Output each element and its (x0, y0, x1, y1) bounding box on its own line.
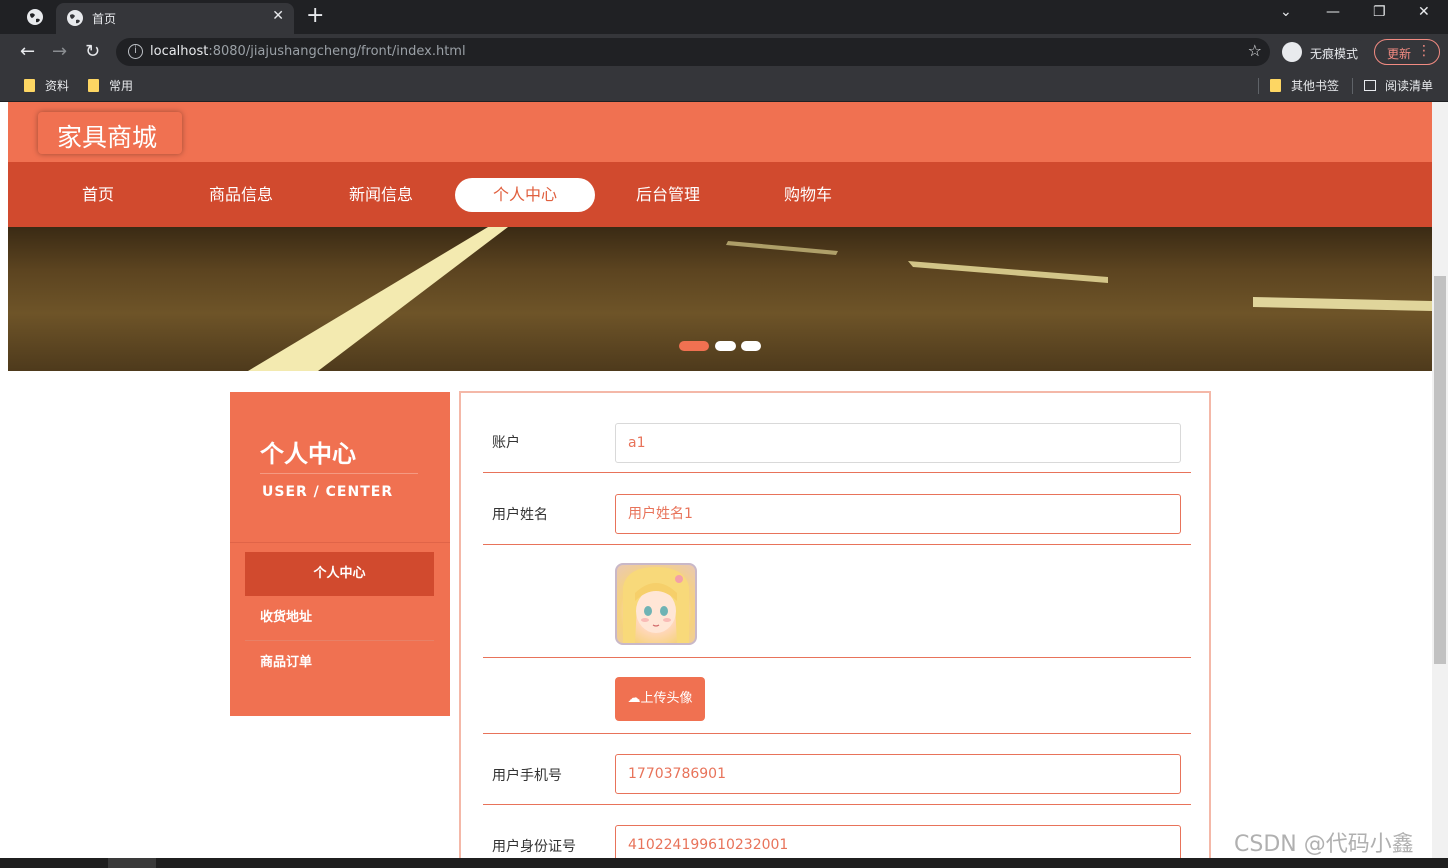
avatar-image (623, 567, 689, 643)
star-icon[interactable]: ☆ (1248, 41, 1262, 60)
nav-item-home[interactable]: 首页 (28, 178, 168, 212)
sidebar-title: 个人中心 (260, 440, 356, 468)
page-viewport: 家具商城 首页 商品信息 新闻信息 个人中心 后台管理 购物车 个人中心 USE… (8, 102, 1432, 858)
sidebar-subtitle: USER / CENTER (262, 484, 394, 500)
window-close-icon[interactable]: ✕ (1418, 4, 1430, 20)
divider (230, 542, 450, 543)
nav-item-admin[interactable]: 后台管理 (598, 178, 738, 212)
banner-carousel (8, 227, 1432, 371)
chevron-down-icon[interactable]: ⌄ (1280, 4, 1292, 20)
info-icon[interactable]: i (128, 44, 143, 59)
bookmark-folder[interactable]: 其他书签 (1270, 77, 1339, 94)
browser-tab-bar: 首页 ✕ + ⌄ — ❐ ✕ (0, 0, 1448, 34)
sidebar-item-personal-center[interactable]: 个人中心 (245, 552, 434, 596)
site-logo-text: 家具商城 (57, 123, 158, 152)
nav-item-products[interactable]: 商品信息 (171, 178, 311, 212)
nav-item-news[interactable]: 新闻信息 (311, 178, 451, 212)
idcard-label: 用户身份证号 (492, 839, 576, 855)
phone-field[interactable]: 17703786901 (615, 754, 1181, 794)
name-field[interactable]: 用户姓名1 (615, 494, 1181, 534)
sidebar-item-address[interactable]: 收货地址 (245, 596, 434, 640)
account-label: 账户 (492, 435, 520, 451)
globe-icon (67, 10, 83, 26)
update-label: 更新 (1387, 47, 1412, 61)
taskbar-segment (108, 858, 156, 868)
watermark: CSDN @代码小鑫 (1234, 832, 1414, 857)
url-field[interactable]: i localhost:8080/jiajushangcheng/front/i… (116, 38, 1270, 66)
site-logo[interactable]: 家具商城 (38, 112, 182, 154)
sidebar: 个人中心 USER / CENTER 个人中心 收货地址 商品订单 (230, 392, 450, 716)
reading-list[interactable]: 阅读清单 (1364, 77, 1433, 94)
folder-icon (24, 79, 35, 92)
divider (1352, 78, 1353, 94)
back-icon[interactable]: ← (20, 41, 35, 62)
profile-form: 账户 a1 用户姓名 用户姓名1 ☁上传头像 用户手机号 17703786901… (459, 391, 1211, 858)
nav-item-personal-center[interactable]: 个人中心 (455, 178, 595, 212)
page-scrollbar[interactable] (1432, 102, 1448, 858)
carousel-dot[interactable] (679, 341, 709, 351)
minimize-icon[interactable]: — (1326, 4, 1340, 20)
sidebar-item-orders[interactable]: 商品订单 (245, 641, 434, 685)
scrollbar-thumb[interactable] (1434, 276, 1446, 664)
browser-tab[interactable]: 首页 ✕ (56, 3, 294, 34)
account-field[interactable]: a1 (615, 423, 1181, 463)
restore-icon[interactable]: ❐ (1373, 4, 1386, 20)
form-row-phone: 用户手机号 17703786901 (483, 734, 1191, 805)
phone-label: 用户手机号 (492, 768, 562, 784)
form-row-idcard: 用户身份证号 410224199610232001 (483, 805, 1191, 858)
form-row-avatar (483, 545, 1191, 658)
address-bar: ← → ↻ i localhost:8080/jiajushangcheng/f… (0, 34, 1448, 70)
tab-title: 首页 (92, 12, 117, 26)
bookmark-folder[interactable]: 常用 (88, 77, 133, 94)
folder-icon (88, 79, 99, 92)
incognito-indicator[interactable]: 无痕模式 (1280, 39, 1368, 65)
url-text: localhost:8080/jiajushangcheng/front/ind… (150, 44, 466, 59)
avatar (615, 563, 697, 645)
carousel-dot[interactable] (741, 341, 761, 351)
incognito-label: 无痕模式 (1310, 47, 1359, 61)
bookmarks-bar: 资料 常用 其他书签 阅读清单 (0, 70, 1448, 102)
forward-icon[interactable]: → (52, 41, 67, 62)
upload-avatar-button[interactable]: ☁上传头像 (615, 677, 705, 721)
close-icon[interactable]: ✕ (272, 8, 284, 24)
form-row-account: 账户 a1 (483, 411, 1191, 473)
folder-icon (1270, 79, 1281, 92)
divider (1258, 78, 1259, 94)
name-label: 用户姓名 (492, 507, 548, 523)
site-header: 家具商城 (8, 102, 1432, 162)
globe-icon[interactable] (26, 8, 44, 26)
idcard-field[interactable]: 410224199610232001 (615, 825, 1181, 858)
taskbar-strip (0, 858, 1448, 868)
upload-avatar-label: 上传头像 (640, 691, 693, 706)
update-button[interactable]: 更新 ⋮ (1374, 39, 1440, 65)
menu-dots-icon: ⋮ (1417, 43, 1431, 59)
form-row-upload: ☁上传头像 (483, 658, 1191, 734)
nav-item-cart[interactable]: 购物车 (738, 178, 878, 212)
divider (260, 473, 418, 474)
incognito-icon (1282, 42, 1302, 62)
reading-list-icon (1364, 80, 1376, 91)
bookmark-folder[interactable]: 资料 (24, 77, 69, 94)
form-row-name: 用户姓名 用户姓名1 (483, 473, 1191, 545)
cloud-upload-icon: ☁ (627, 691, 641, 706)
main-nav: 首页 商品信息 新闻信息 个人中心 后台管理 购物车 (8, 162, 1432, 227)
new-tab-icon[interactable]: + (306, 3, 324, 28)
reload-icon[interactable]: ↻ (85, 41, 100, 62)
carousel-dot[interactable] (715, 341, 736, 351)
